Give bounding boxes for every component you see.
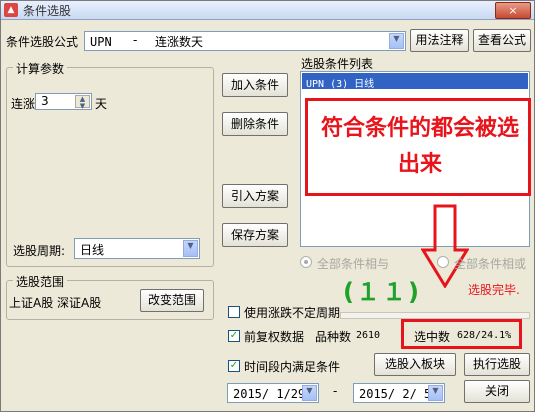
time-range-label: 时间段内满足条件 bbox=[244, 360, 341, 374]
scope-legend: 选股范围 bbox=[13, 273, 68, 290]
callout-text: 符合条件的都会被选出来 bbox=[320, 116, 519, 177]
and-label: 全部条件相与 bbox=[317, 257, 390, 271]
condition-select-window: ▲ 条件选股 × 条件选股公式 UPN - 连涨数天 ▼ 用法注释 查看公式 计… bbox=[0, 0, 535, 412]
date-separator: - bbox=[333, 384, 338, 398]
count-value: 2610 bbox=[356, 330, 381, 341]
chevron-down-icon[interactable]: ▼ bbox=[302, 385, 317, 401]
execute-select-button[interactable]: 执行选股 bbox=[464, 353, 530, 376]
start-date-value: 2015/ 1/29 bbox=[233, 387, 306, 401]
chevron-down-icon[interactable]: ▼ bbox=[389, 33, 404, 49]
app-icon: ▲ bbox=[4, 3, 18, 17]
chevron-down-icon[interactable]: ▼ bbox=[183, 240, 198, 257]
and-radio[interactable] bbox=[300, 256, 312, 268]
callout-box: 符合条件的都会被选出来 bbox=[305, 98, 531, 196]
uncertain-period-checkbox[interactable] bbox=[228, 306, 240, 318]
end-date-value: 2015/ 2/ 5 bbox=[359, 387, 432, 401]
usage-notes-button[interactable]: 用法注释 bbox=[410, 29, 469, 52]
title-bar: ▲ 条件选股 × bbox=[1, 1, 534, 20]
progress-bar bbox=[340, 312, 530, 319]
start-date-picker[interactable]: 2015/ 1/29 ▼ bbox=[227, 383, 319, 403]
add-to-sector-button[interactable]: 选股入板块 bbox=[374, 353, 456, 376]
formula-select[interactable]: UPN - 连涨数天 ▼ bbox=[84, 31, 406, 51]
view-formula-button[interactable]: 查看公式 bbox=[473, 29, 531, 52]
selected-label: 选中数 bbox=[414, 330, 451, 344]
period-select[interactable]: 日线 ▼ bbox=[74, 238, 200, 259]
streak-prefix: 连涨 bbox=[11, 97, 36, 111]
uncertain-period-label: 使用涨跌不定周期 bbox=[244, 306, 341, 320]
count-overlay: (１１) bbox=[343, 278, 421, 306]
streak-days-value: 3 bbox=[41, 94, 49, 108]
or-radio[interactable] bbox=[437, 256, 449, 268]
selected-value: 628/24.1% bbox=[457, 330, 512, 341]
formula-name: 连涨数天 bbox=[155, 35, 204, 49]
streak-days-input[interactable]: 3 ▲ ▼ bbox=[35, 93, 92, 110]
end-date-picker[interactable]: 2015/ 2/ 5 ▼ bbox=[353, 383, 445, 403]
spinner-icon[interactable]: ▲ ▼ bbox=[75, 95, 90, 110]
save-plan-button[interactable]: 保存方案 bbox=[222, 223, 288, 247]
selected-count-highlight: 选中数 628/24.1% bbox=[401, 319, 522, 349]
condition-item-text: UPN (3) 日线 bbox=[306, 79, 375, 90]
import-plan-button[interactable]: 引入方案 bbox=[222, 184, 288, 208]
time-range-checkbox[interactable]: ✓ bbox=[228, 360, 240, 372]
status-text: 选股完毕. bbox=[468, 283, 520, 297]
count-label: 品种数 bbox=[315, 330, 352, 344]
add-condition-button[interactable]: 加入条件 bbox=[222, 73, 288, 97]
condition-list-label: 选股条件列表 bbox=[301, 57, 374, 71]
arrow-down-icon bbox=[421, 204, 469, 288]
formula-label: 条件选股公式 bbox=[6, 35, 79, 49]
or-label: 全部条件相或 bbox=[454, 257, 527, 271]
period-label: 选股周期: bbox=[13, 244, 66, 258]
calc-params-legend: 计算参数 bbox=[13, 60, 68, 77]
condition-list-item[interactable]: UPN (3) 日线 bbox=[302, 73, 528, 90]
forward-adjust-label: 前复权数据 bbox=[244, 330, 305, 344]
close-window-button[interactable]: × bbox=[495, 2, 531, 19]
scope-markets: 上证A股 深证A股 bbox=[9, 296, 102, 310]
delete-condition-button[interactable]: 删除条件 bbox=[222, 112, 288, 136]
streak-suffix: 天 bbox=[95, 97, 108, 111]
window-title: 条件选股 bbox=[23, 4, 72, 18]
forward-adjust-checkbox[interactable]: ✓ bbox=[228, 330, 240, 342]
formula-dash: - bbox=[133, 33, 138, 47]
change-scope-button[interactable]: 改变范围 bbox=[140, 289, 204, 312]
close-button[interactable]: 关闭 bbox=[464, 380, 530, 403]
chevron-down-icon[interactable]: ▼ bbox=[428, 385, 443, 401]
period-value: 日线 bbox=[80, 243, 105, 257]
formula-code: UPN bbox=[90, 35, 112, 49]
